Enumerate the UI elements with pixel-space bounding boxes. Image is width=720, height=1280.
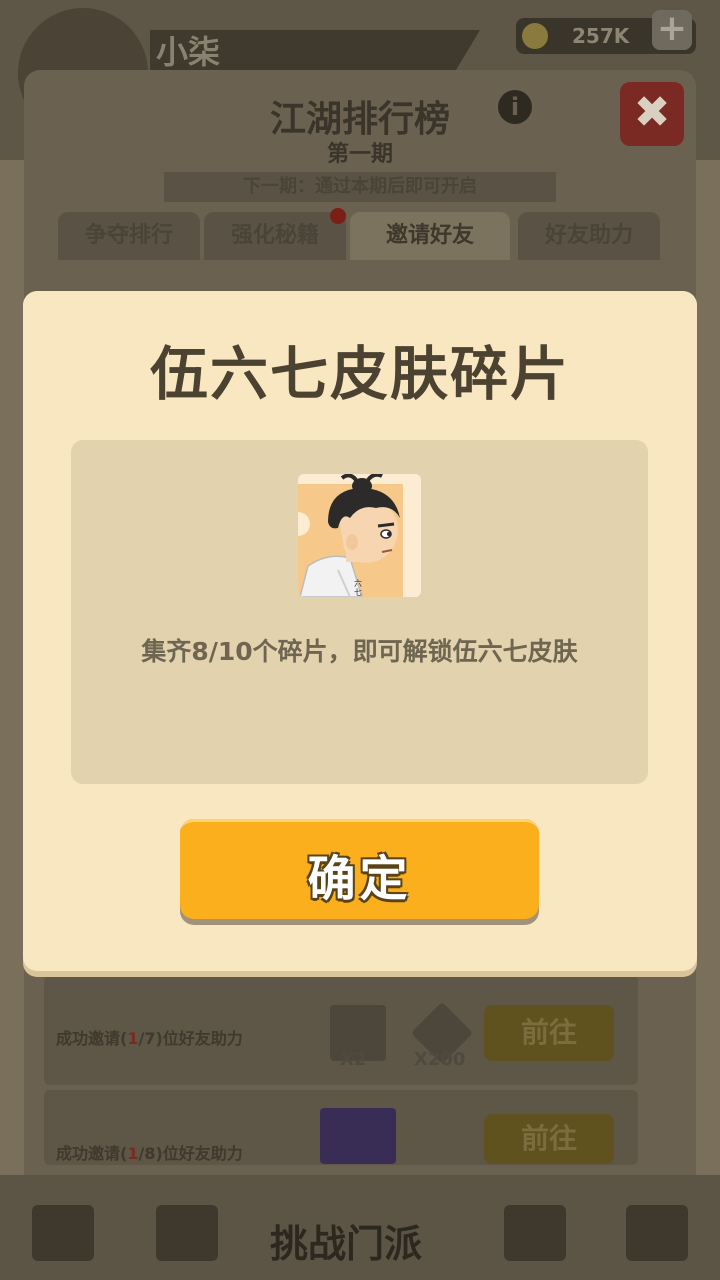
nav-button[interactable]	[32, 1205, 94, 1261]
go-button[interactable]: 前往	[484, 1005, 614, 1061]
reward-quantity: X2	[340, 1049, 367, 1070]
confirm-button-label: 确定	[307, 851, 412, 907]
tab-bar: 争夺排行 强化秘籍 邀请好友 好友助力	[58, 208, 662, 260]
tab-label: 争夺排行	[84, 223, 173, 248]
character-skin-fragment-icon: 六 七	[298, 474, 421, 597]
go-button[interactable]: 前往	[484, 1114, 614, 1164]
player-name: 小柒	[150, 30, 480, 74]
mystery-reward-icon	[320, 1108, 396, 1164]
coin-amount: 257K	[572, 24, 630, 48]
coin-icon	[522, 23, 548, 49]
tab-compete-ranking[interactable]: 争夺排行	[58, 212, 200, 260]
task-label: 成功邀请(1/8)位好友助力	[56, 1144, 243, 1163]
confirm-button[interactable]: 确定	[180, 819, 539, 925]
next-period-text: 下一期：通过本期后即可开启	[164, 172, 556, 202]
tab-enhance-secrets[interactable]: 强化秘籍	[204, 208, 346, 260]
bottom-nav: 挑战门派	[0, 1175, 720, 1280]
nav-button[interactable]	[156, 1205, 218, 1261]
tab-label: 强化秘籍	[230, 223, 319, 248]
nav-button[interactable]	[626, 1205, 688, 1261]
add-coins-button[interactable]: +	[652, 10, 692, 50]
tab-label: 邀请好友	[385, 223, 474, 248]
info-icon[interactable]: i	[498, 90, 532, 124]
fragment-description: 集齐8/10个碎片，即可解锁伍六七皮肤	[141, 637, 578, 666]
tab-friend-assist[interactable]: 好友助力	[518, 212, 660, 260]
dialog-title: 伍六七皮肤碎片	[149, 340, 570, 408]
panel-subtitle: 第一期	[326, 142, 393, 167]
nav-button[interactable]	[504, 1205, 566, 1261]
reward-quantity: X200	[414, 1049, 466, 1070]
challenge-sect-button[interactable]: 挑战门派	[270, 1213, 422, 1268]
skin-fragment-dialog: 伍六七皮肤碎片 六 七 集齐8/10个碎片，即可解锁伍六七皮肤 确定	[23, 291, 697, 971]
notification-dot	[330, 208, 346, 224]
svg-text:六: 六	[354, 578, 362, 588]
panel-title: 江湖排行榜	[269, 99, 450, 140]
tab-invite-friends[interactable]: 邀请好友	[350, 212, 510, 260]
svg-text:七: 七	[354, 588, 362, 597]
coin-counter: 257K +	[516, 10, 696, 54]
task-label: 成功邀请(1/7)位好友助力	[56, 1029, 243, 1048]
task-row: 成功邀请(1/8)位好友助力 前往	[44, 1090, 638, 1165]
task-row: 成功邀请(1/7)位好友助力 X2 X200 前往	[44, 975, 638, 1085]
dialog-content: 六 七 集齐8/10个碎片，即可解锁伍六七皮肤	[71, 440, 648, 784]
tab-label: 好友助力	[544, 223, 633, 248]
